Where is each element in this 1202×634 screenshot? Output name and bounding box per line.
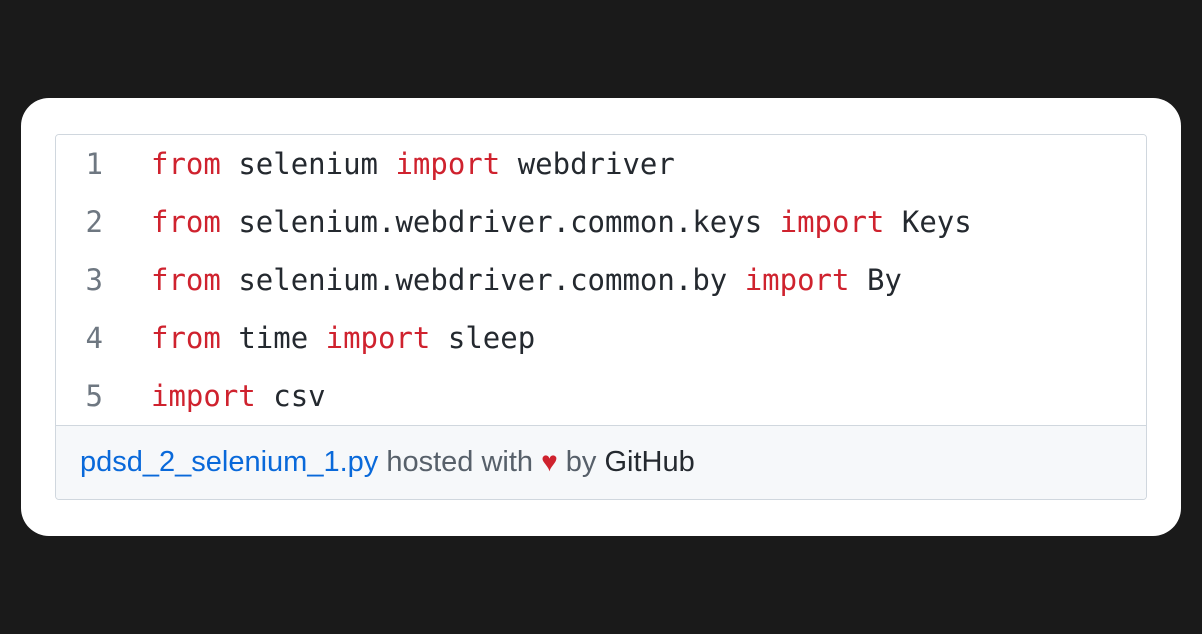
code-card: 1from selenium import webdriver2from sel… [21,98,1181,536]
line-number[interactable]: 5 [56,379,151,413]
code-area: 1from selenium import webdriver2from sel… [56,135,1146,425]
line-number[interactable]: 2 [56,205,151,239]
gist-container: 1from selenium import webdriver2from sel… [55,134,1147,500]
code-line: 4from time import sleep [56,309,1146,367]
line-content[interactable]: import csv [151,379,326,413]
hosted-with-text: hosted with [378,446,541,478]
line-number[interactable]: 3 [56,263,151,297]
line-number[interactable]: 1 [56,147,151,181]
line-content[interactable]: from selenium.webdriver.common.by import… [151,263,902,297]
code-line: 1from selenium import webdriver [56,135,1146,193]
gist-footer: pdsd_2_selenium_1.py hosted with ♥ by Gi… [56,425,1146,499]
line-content[interactable]: from selenium import webdriver [151,147,675,181]
by-text: by [558,446,605,478]
line-number[interactable]: 4 [56,321,151,355]
heart-icon: ♥ [541,446,558,477]
line-content[interactable]: from selenium.webdriver.common.keys impo… [151,205,972,239]
line-content[interactable]: from time import sleep [151,321,535,355]
code-line: 2from selenium.webdriver.common.keys imp… [56,193,1146,251]
gist-filename-link[interactable]: pdsd_2_selenium_1.py [80,446,378,478]
github-link[interactable]: GitHub [604,446,694,478]
code-line: 3from selenium.webdriver.common.by impor… [56,251,1146,309]
code-line: 5import csv [56,367,1146,425]
